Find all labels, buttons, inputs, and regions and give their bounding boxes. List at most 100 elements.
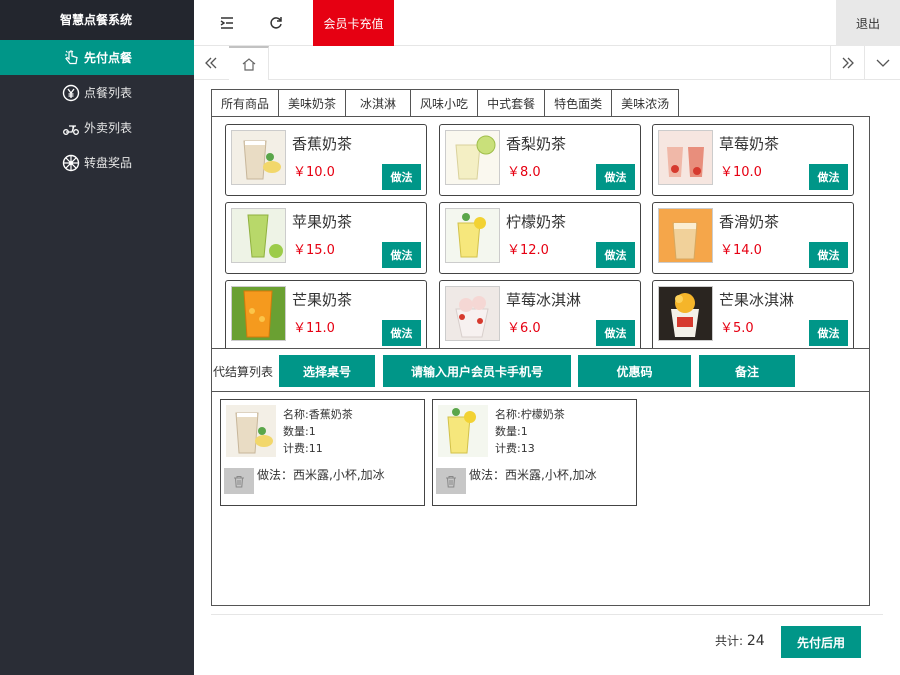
chevron-double-right-icon[interactable] <box>830 46 864 79</box>
product-name: 柠檬奶茶 <box>506 213 567 231</box>
product-price: ￥10.0 <box>720 165 762 180</box>
order-item-qty: 数量:1 <box>283 425 316 438</box>
make-options-button[interactable]: 做法 <box>382 320 421 346</box>
product-card[interactable]: 柠檬奶茶 ￥12.0 做法 <box>439 202 641 274</box>
pending-settlement-label: 代结算列表 <box>213 365 274 379</box>
top-header: 会员卡充值 退出 <box>194 0 900 46</box>
order-item: 名称:香蕉奶茶 数量:1 计费:11 做法：西米露,小杯,加冰 <box>220 399 425 506</box>
product-card[interactable]: 草莓冰淇淋 ￥6.0 做法 <box>439 280 641 348</box>
sidebar: 智慧点餐系统 先付点餐 点餐列表 外卖列表 转盘奖品 <box>0 0 194 675</box>
tab-snacks[interactable]: 风味小吃 <box>411 89 479 117</box>
order-item-method: 做法：西米露,小杯,加冰 <box>469 468 597 482</box>
tab-soup[interactable]: 美味浓汤 <box>612 89 680 117</box>
coupon-button[interactable]: 优惠码 <box>578 355 691 387</box>
product-card[interactable]: 草莓奶茶 ￥10.0 做法 <box>652 124 854 196</box>
product-name: 芒果冰淇淋 <box>719 291 795 309</box>
member-phone-button[interactable]: 请输入用户会员卡手机号 <box>383 355 571 387</box>
order-item-method: 做法：西米露,小杯,加冰 <box>257 468 385 482</box>
checkout-action-bar: 代结算列表 选择桌号 请输入用户会员卡手机号 优惠码 备注 <box>211 348 870 392</box>
total-label: 共计: <box>715 634 744 648</box>
product-name: 香梨奶茶 <box>506 135 567 153</box>
tab-milk-tea[interactable]: 美味奶茶 <box>279 89 347 117</box>
sidebar-item-label: 先付点餐 <box>84 51 133 65</box>
order-item-fee: 计费:11 <box>283 442 323 455</box>
product-price: ￥6.0 <box>507 321 541 336</box>
tab-home[interactable] <box>229 46 269 80</box>
logout-button[interactable]: 退出 <box>836 0 900 46</box>
sidebar-item-prepay-order[interactable]: 先付点餐 <box>0 40 194 75</box>
tab-all-products[interactable]: 所有商品 <box>211 89 280 117</box>
wheel-icon <box>62 154 80 172</box>
order-item-qty: 数量:1 <box>495 425 528 438</box>
trash-icon <box>234 475 244 487</box>
product-price: ￥11.0 <box>293 321 335 336</box>
make-options-button[interactable]: 做法 <box>596 164 635 190</box>
yen-circle-icon <box>62 84 80 102</box>
scooter-icon <box>62 119 80 137</box>
hand-pointer-icon <box>62 49 80 67</box>
product-price: ￥8.0 <box>507 165 541 180</box>
make-options-button[interactable]: 做法 <box>596 320 635 346</box>
order-total: 共计: 24 <box>715 632 765 649</box>
footer-divider <box>211 614 883 615</box>
order-item-image <box>438 405 488 457</box>
category-tabs: 所有商品 美味奶茶 冰淇淋 风味小吃 中式套餐 特色面类 美味浓汤 <box>211 89 680 117</box>
brand-title: 智慧点餐系统 <box>0 0 194 40</box>
make-options-button[interactable]: 做法 <box>382 242 421 268</box>
trash-icon <box>446 475 456 487</box>
sidebar-item-label: 点餐列表 <box>84 86 133 100</box>
chevron-double-left-icon[interactable] <box>194 46 228 79</box>
product-price: ￥15.0 <box>293 243 335 258</box>
sidebar-item-label: 外卖列表 <box>84 121 133 135</box>
product-price: ￥14.0 <box>720 243 762 258</box>
tab-chinese-set[interactable]: 中式套餐 <box>478 89 546 117</box>
product-image <box>658 286 713 341</box>
delete-button[interactable] <box>436 468 466 494</box>
product-image <box>231 130 286 185</box>
sidebar-item-wheel-prize[interactable]: 转盘奖品 <box>0 145 194 180</box>
product-image <box>658 130 713 185</box>
sidebar-item-delivery-list[interactable]: 外卖列表 <box>0 110 194 145</box>
product-name: 草莓冰淇淋 <box>506 291 582 309</box>
note-button[interactable]: 备注 <box>699 355 795 387</box>
product-card[interactable]: 苹果奶茶 ￥15.0 做法 <box>225 202 427 274</box>
make-options-button[interactable]: 做法 <box>809 164 848 190</box>
product-name: 苹果奶茶 <box>292 213 353 231</box>
product-card[interactable]: 香梨奶茶 ￥8.0 做法 <box>439 124 641 196</box>
tab-row <box>194 46 900 80</box>
total-value: 24 <box>746 633 765 649</box>
product-card[interactable]: 香蕉奶茶 ￥10.0 做法 <box>225 124 427 196</box>
make-options-button[interactable]: 做法 <box>809 242 848 268</box>
product-card[interactable]: 芒果冰淇淋 ￥5.0 做法 <box>652 280 854 348</box>
product-image <box>445 130 500 185</box>
product-card[interactable]: 芒果奶茶 ￥11.0 做法 <box>225 280 427 348</box>
member-card-recharge-button[interactable]: 会员卡充值 <box>313 0 394 46</box>
make-options-button[interactable]: 做法 <box>809 320 848 346</box>
product-image <box>658 208 713 263</box>
product-price: ￥5.0 <box>720 321 754 336</box>
make-options-button[interactable]: 做法 <box>596 242 635 268</box>
refresh-icon[interactable] <box>256 0 296 46</box>
product-image <box>445 286 500 341</box>
product-card[interactable]: 香滑奶茶 ￥14.0 做法 <box>652 202 854 274</box>
order-item-name: 名称:柠檬奶茶 <box>495 408 565 421</box>
order-item-image <box>226 405 276 457</box>
pay-first-button[interactable]: 先付后用 <box>781 626 861 658</box>
pending-order-list: 名称:香蕉奶茶 数量:1 计费:11 做法：西米露,小杯,加冰 名称:柠檬奶茶 … <box>211 392 870 606</box>
order-item-fee: 计费:13 <box>495 442 535 455</box>
product-image <box>445 208 500 263</box>
sidebar-item-label: 转盘奖品 <box>84 156 133 170</box>
sidebar-item-order-list[interactable]: 点餐列表 <box>0 75 194 110</box>
select-table-button[interactable]: 选择桌号 <box>279 355 375 387</box>
product-name: 草莓奶茶 <box>719 135 780 153</box>
tab-ice-cream[interactable]: 冰淇淋 <box>346 89 412 117</box>
tab-noodles[interactable]: 特色面类 <box>545 89 613 117</box>
order-item-name: 名称:香蕉奶茶 <box>283 408 353 421</box>
product-name: 香蕉奶茶 <box>292 135 353 153</box>
delete-button[interactable] <box>224 468 254 494</box>
product-price: ￥12.0 <box>507 243 549 258</box>
product-price: ￥10.0 <box>293 165 335 180</box>
make-options-button[interactable]: 做法 <box>382 164 421 190</box>
chevron-down-icon[interactable] <box>864 46 900 79</box>
menu-toggle-icon[interactable] <box>207 0 247 46</box>
